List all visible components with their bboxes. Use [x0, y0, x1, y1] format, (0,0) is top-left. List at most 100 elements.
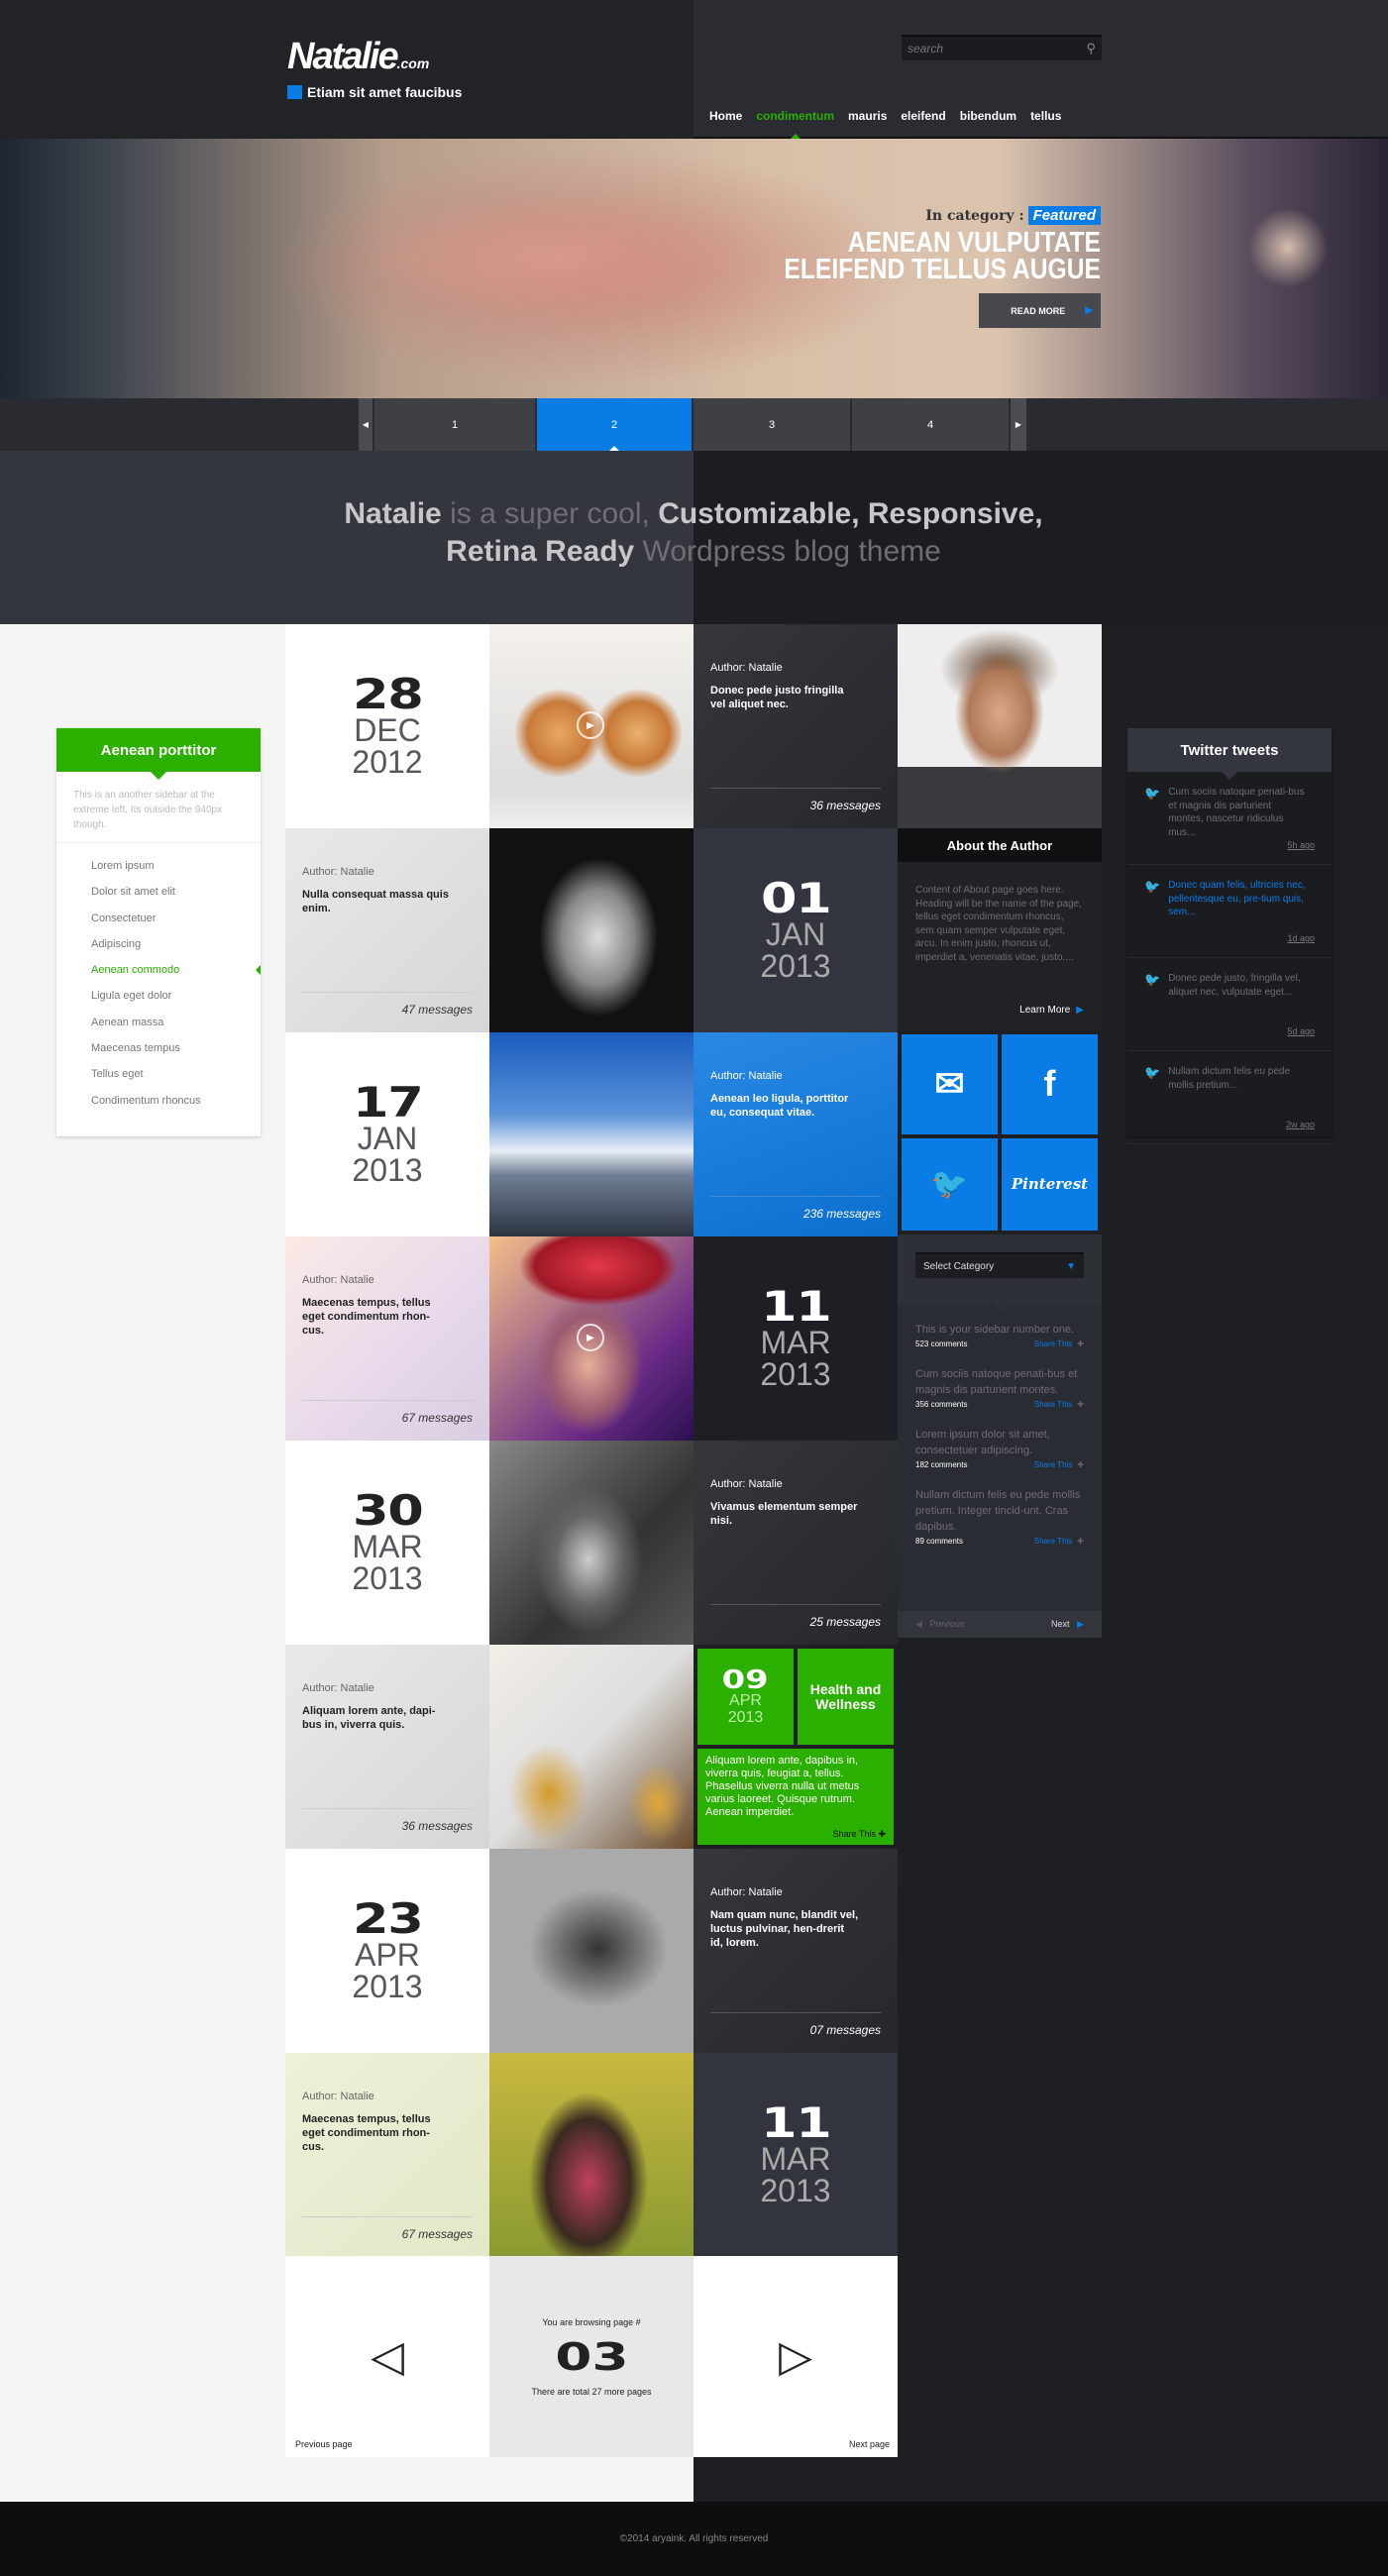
post-image[interactable]: ▶ — [489, 1236, 694, 1441]
slide-tab-2[interactable]: 2 — [537, 398, 694, 451]
facebook-icon[interactable]: f — [1002, 1034, 1098, 1134]
post-messages[interactable]: 67 messages — [402, 1411, 473, 1425]
learn-more-link[interactable]: Learn More ▶ — [1019, 1004, 1084, 1018]
hero-title-line1: AENEAN VULPUTATE — [847, 227, 1101, 259]
post-image[interactable] — [489, 1441, 694, 1645]
category-badge[interactable]: Featured — [1027, 206, 1101, 225]
post-messages[interactable]: 25 messages — [810, 1615, 881, 1629]
post-image[interactable]: ▶ — [489, 624, 694, 828]
post-tile[interactable]: Author: Natalie Nam quam nunc, blandit ve… — [694, 1849, 898, 2053]
post-tile[interactable]: Author: Natalie Donec pede justo fringill… — [694, 624, 898, 828]
search-input[interactable]: search ⚲ — [902, 35, 1102, 60]
post-image[interactable] — [489, 1849, 694, 2053]
share-this-link[interactable]: Share This ✚ — [1034, 1400, 1084, 1409]
comment-count[interactable]: 356 comments — [915, 1400, 967, 1409]
tweet-time[interactable]: 1d ago — [1287, 933, 1315, 943]
previous-button[interactable]: ◀ Previous — [915, 1619, 964, 1630]
tweet[interactable]: 🐦 Donec pede justo, fringilla vel, alique… — [1127, 958, 1332, 1051]
play-icon[interactable]: ▶ — [577, 711, 604, 739]
nav-tellus[interactable]: tellus — [1030, 109, 1061, 123]
post-title[interactable]: Nulla consequat massa quis enim. — [302, 888, 451, 915]
post-image[interactable] — [489, 1032, 694, 1236]
post-tile[interactable]: Author: Natalie Maecenas tempus, tellus e… — [285, 2053, 489, 2257]
post-messages[interactable]: 67 messages — [402, 2227, 473, 2241]
logo[interactable]: Natalie.com Etiam sit amet faucibus — [287, 38, 462, 100]
post-messages[interactable]: 07 messages — [810, 2023, 881, 2037]
post-tile[interactable]: Author: Natalie Maecenas tempus, tellus e… — [285, 1236, 489, 1441]
left-menu-item[interactable]: Lorem ipsum — [91, 853, 261, 879]
comment-count[interactable]: 89 comments — [915, 1537, 963, 1546]
post-title[interactable]: Donec pede justo fringilla vel aliquet n… — [710, 684, 859, 711]
left-menu-item[interactable]: Consectetuer — [91, 906, 261, 931]
nav-mauris[interactable]: mauris — [848, 109, 887, 123]
left-menu-item[interactable]: Condimentum rhoncus — [91, 1088, 261, 1114]
date-year: 2013 — [760, 2173, 831, 2208]
next-button[interactable]: Next ▶ — [1051, 1619, 1084, 1630]
left-menu-item[interactable]: Aenean massa — [91, 1010, 261, 1035]
share-this-link[interactable]: Share This ✚ — [1034, 1537, 1084, 1546]
post-tile[interactable]: Author: Natalie Aliquam lorem ante, dapi-… — [285, 1645, 489, 1849]
nav-eleifend[interactable]: eleifend — [901, 109, 945, 123]
pinterest-icon[interactable]: Pinterest — [1002, 1137, 1098, 1231]
tweet-time[interactable]: 5d ago — [1287, 1026, 1315, 1036]
left-menu-item[interactable]: Aenean commodo — [91, 957, 261, 983]
read-more-button[interactable]: READ MORE ▶ — [979, 293, 1101, 328]
logo-text: Natalie — [287, 36, 399, 77]
slider-next-button[interactable]: ▶ — [1011, 398, 1028, 451]
tweet[interactable]: 🐦 Nullam dictum felis eu pede mollis pret… — [1127, 1051, 1332, 1144]
featured-excerpt[interactable]: Aliquam lorem ante, dapibus in, viverra … — [697, 1749, 894, 1845]
tweet-text[interactable]: Donec quam felis, ultricies nec, pellent… — [1168, 879, 1307, 957]
post-image[interactable] — [489, 2053, 694, 2257]
left-menu-item[interactable]: Tellus eget — [91, 1061, 261, 1087]
post-messages[interactable]: 36 messages — [810, 799, 881, 812]
nav-home[interactable]: Home — [709, 109, 742, 123]
tweet[interactable]: 🐦 Donec quam felis, ultricies nec, pellen… — [1127, 865, 1332, 958]
share-this-link[interactable]: Share This ✚ — [1034, 1460, 1084, 1469]
comment-count[interactable]: 523 comments — [915, 1340, 967, 1348]
left-menu-item[interactable]: Adipiscing — [91, 931, 261, 957]
post-tile[interactable]: Author: Natalie Vivamus elementum semper … — [694, 1441, 898, 1645]
email-icon[interactable]: ✉ — [902, 1034, 998, 1134]
select-category-dropdown[interactable]: Select Category ▼ — [915, 1252, 1084, 1278]
date-day: 11 — [760, 2098, 832, 2147]
post-image[interactable] — [489, 828, 694, 1032]
comment-count[interactable]: 182 comments — [915, 1460, 967, 1469]
play-icon[interactable]: ▶ — [577, 1324, 604, 1351]
tweet-text[interactable]: Nullam dictum felis eu pede mollis preti… — [1168, 1065, 1307, 1143]
nav-condimentum[interactable]: condimentum — [756, 109, 834, 139]
share-this-link[interactable]: Share This ✚ — [833, 1828, 886, 1841]
category-tile[interactable]: Health and Wellness — [798, 1649, 894, 1745]
post-title[interactable]: Maecenas tempus, tellus eget condimentum… — [302, 1296, 451, 1338]
post-tile[interactable]: Author: Natalie Aenean leo ligula, portti… — [694, 1032, 898, 1236]
nav-bibendum[interactable]: bibendum — [960, 109, 1016, 123]
left-menu-item[interactable]: Maecenas tempus — [91, 1035, 261, 1061]
twitter-widget-title: Twitter tweets — [1127, 728, 1332, 780]
post-title[interactable]: Maecenas tempus, tellus eget condimentum… — [302, 2112, 451, 2154]
post-title[interactable]: Vivamus elementum semper nisi. — [710, 1500, 859, 1528]
search-icon[interactable]: ⚲ — [1086, 41, 1096, 56]
tweet-text[interactable]: Donec pede justo, fringilla vel, aliquet… — [1168, 972, 1307, 1050]
post-title[interactable]: Aenean leo ligula, porttitor eu, consequ… — [710, 1092, 859, 1120]
slide-tab-1[interactable]: 1 — [374, 398, 537, 451]
post-messages[interactable]: 47 messages — [402, 1003, 473, 1017]
post-messages[interactable]: 236 messages — [803, 1207, 881, 1221]
post-image[interactable] — [489, 1645, 694, 1849]
tweet[interactable]: 🐦 Cum sociis natoque penati-bus et magnis… — [1127, 772, 1332, 865]
grid-row: Author: Natalie Maecenas tempus, tellus e… — [285, 2053, 898, 2257]
post-tile[interactable]: Author: Natalie Nulla consequat massa qui… — [285, 828, 489, 1032]
next-page-button[interactable]: ▷ Next page — [694, 2256, 898, 2457]
twitter-icon[interactable]: 🐦 — [902, 1137, 998, 1231]
slide-tab-4[interactable]: 4 — [852, 398, 1011, 451]
slider-prev-button[interactable]: ◀ — [359, 398, 374, 451]
left-menu-item[interactable]: Dolor sit amet elit — [91, 879, 261, 905]
post-title[interactable]: Aliquam lorem ante, dapi-bus in, viverra… — [302, 1704, 451, 1732]
post-title[interactable]: Nam quam nunc, blandit vel, luctus pulvi… — [710, 1908, 859, 1950]
previous-page-button[interactable]: ◁ Previous page — [285, 2256, 489, 2457]
tweet-time[interactable]: 2w ago — [1286, 1120, 1315, 1129]
left-menu-item[interactable]: Ligula eget dolor — [91, 983, 261, 1009]
slide-tab-3[interactable]: 3 — [694, 398, 852, 451]
post-messages[interactable]: 36 messages — [402, 1819, 473, 1833]
tweet-time[interactable]: 5h ago — [1287, 840, 1315, 850]
share-this-link[interactable]: Share This ✚ — [1034, 1340, 1084, 1348]
tweet-text[interactable]: Cum sociis natoque penati-bus et magnis … — [1168, 786, 1307, 864]
